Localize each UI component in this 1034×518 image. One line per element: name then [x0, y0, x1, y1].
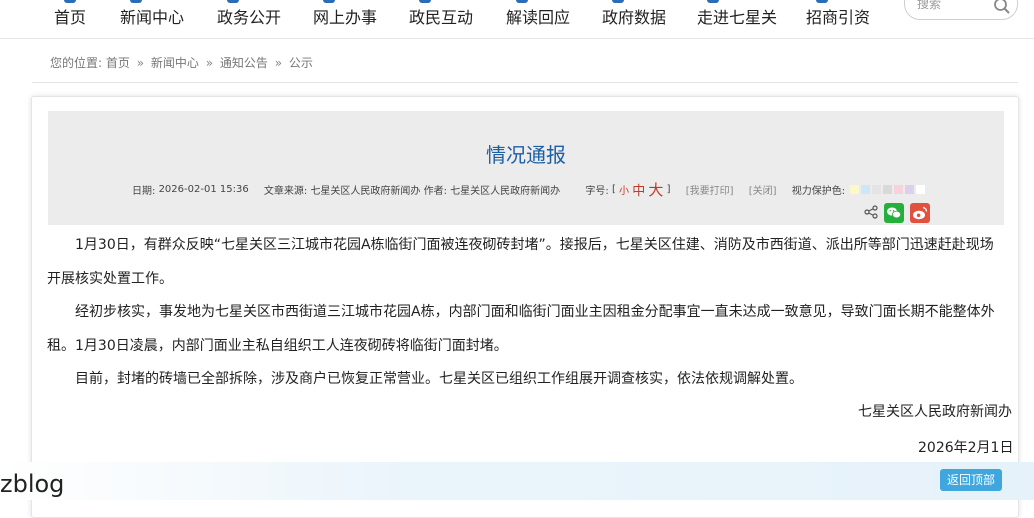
nav-item[interactable]: 招商引资	[806, 0, 870, 38]
brand-watermark: zblog	[0, 470, 65, 498]
font-small-button[interactable]: 小	[619, 182, 629, 197]
date-label: 日期:	[132, 186, 156, 197]
eye-protection-label: 视力保护色:	[791, 186, 846, 197]
article-header: 情况通报 日期: 2026-02-01 15:36 文章来源: 七星关区人民政府…	[48, 111, 1004, 225]
search-input[interactable]	[917, 0, 987, 11]
nav-item[interactable]: 首页	[54, 0, 86, 38]
breadcrumb-announcement[interactable]: 公示	[289, 56, 313, 70]
nav-item[interactable]: 网上办事	[313, 0, 377, 38]
breadcrumb-separator: »	[136, 56, 145, 70]
eye-color-swatch[interactable]	[894, 184, 904, 194]
nav-item[interactable]: 新闻中心	[120, 0, 184, 38]
article-title: 情况通报	[486, 143, 566, 167]
eye-color-swatch[interactable]	[850, 184, 860, 194]
breadcrumb: 您的位置: 首页 » 新闻中心 » 通知公告 » 公示	[50, 54, 313, 71]
article-source: 七星关区人民政府新闻办	[310, 186, 421, 197]
bracket-close: ]	[666, 184, 671, 195]
nav-item[interactable]: 政府数据	[602, 0, 666, 38]
paragraph: 经初步核实，事发地为七星关区市西街道三江城市花园A栋，内部门面和临街门面业主因租…	[47, 304, 995, 354]
nav-item[interactable]: 政务公开	[217, 0, 281, 38]
search-box[interactable]	[904, 0, 1018, 20]
article-meta: 日期: 2026-02-01 15:36 文章来源: 七星关区人民政府新闻办 作…	[132, 179, 926, 200]
share-icon[interactable]	[864, 205, 878, 219]
signature-date: 2026年2月1日	[918, 440, 1014, 456]
eye-color-swatches	[848, 184, 926, 195]
footer-strip	[0, 462, 1034, 500]
font-large-button[interactable]: 大	[648, 179, 663, 200]
close-button[interactable]: [关闭]	[749, 182, 777, 197]
eye-color-swatch[interactable]	[861, 184, 871, 194]
print-button[interactable]: [我要打印]	[686, 182, 734, 197]
article-author: 七星关区人民政府新闻办	[450, 186, 561, 197]
breadcrumb-notices[interactable]: 通知公告	[220, 56, 268, 70]
font-size-label: 字号:	[585, 186, 609, 197]
weibo-share-button[interactable]	[910, 203, 930, 223]
breadcrumb-home[interactable]: 首页	[106, 56, 130, 70]
search-icon[interactable]	[993, 0, 1011, 15]
eye-color-swatch[interactable]	[872, 184, 882, 194]
paragraph: 目前，封堵的砖墙已全部拆除，涉及商户已恢复正常营业。七星关区已组织工作组展开调查…	[75, 371, 803, 387]
publish-date: 2026-02-01 15:36	[158, 184, 249, 195]
eye-color-swatch[interactable]	[916, 184, 926, 194]
breadcrumb-separator: »	[205, 56, 214, 70]
eye-color-swatch[interactable]	[883, 184, 893, 194]
article-body: 1月30日，有群众反映“七星关区三江城市花园A栋临街门面被连夜砌砖封堵”。接报后…	[47, 229, 1005, 397]
weibo-icon	[913, 206, 928, 220]
breadcrumb-news-center[interactable]: 新闻中心	[151, 56, 199, 70]
top-navigation: 首页新闻中心政务公开网上办事政民互动解读回应政府数据走进七星关招商引资	[0, 0, 1034, 39]
nav-item[interactable]: 走进七星关	[697, 0, 777, 38]
breadcrumb-separator: »	[274, 56, 283, 70]
nav-item[interactable]: 解读回应	[506, 0, 570, 38]
wechat-icon	[887, 207, 902, 219]
signature-organization: 七星关区人民政府新闻办	[858, 404, 1012, 420]
author-label: 作者:	[423, 186, 447, 197]
font-medium-button[interactable]: 中	[632, 180, 645, 199]
breadcrumb-prefix: 您的位置:	[50, 56, 103, 70]
paragraph: 1月30日，有群众反映“七星关区三江城市花园A栋临街门面被连夜砌砖封堵”。接报后…	[47, 237, 994, 287]
source-label: 文章来源:	[263, 186, 308, 197]
back-to-top-button[interactable]: 返回顶部	[940, 469, 1002, 491]
eye-color-swatch[interactable]	[905, 184, 915, 194]
article-card: 情况通报 日期: 2026-02-01 15:36 文章来源: 七星关区人民政府…	[31, 96, 1019, 518]
bracket-open: [	[611, 184, 616, 195]
wechat-share-button[interactable]	[884, 203, 904, 223]
nav-item[interactable]: 政民互动	[409, 0, 473, 38]
breadcrumb-divider	[32, 82, 1018, 83]
